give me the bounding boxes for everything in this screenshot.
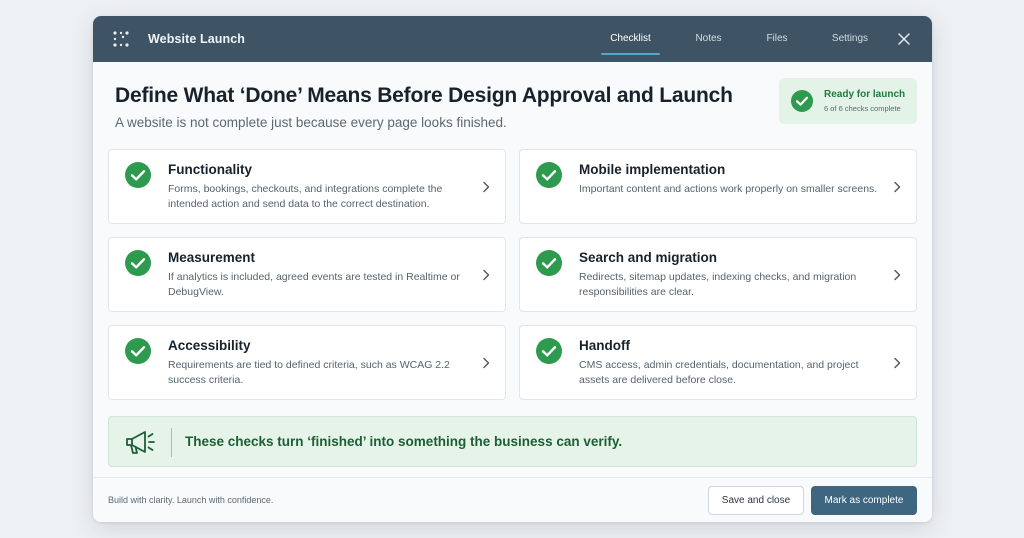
check-description: Redirects, sitemap updates, indexing che… <box>579 271 857 298</box>
check-title: Functionality <box>168 162 252 177</box>
footer-tagline: Build with clarity. Launch with confiden… <box>108 495 274 505</box>
status-detail: 6 of 6 checks complete <box>824 104 901 113</box>
chevron-right-icon <box>894 357 901 369</box>
status-title: Ready for launch <box>824 89 906 100</box>
check-card-handoff[interactable]: Handoff CMS access, admin credentials, d… <box>519 325 917 400</box>
check-title: Search and migration <box>579 250 718 265</box>
check-description: Forms, bookings, checkouts, and integrat… <box>168 183 443 210</box>
check-card-accessibility[interactable]: Accessibility Requirements are tied to d… <box>108 325 506 400</box>
check-card-search-and-migration[interactable]: Search and migration Redirects, sitemap … <box>519 237 917 312</box>
chevron-right-icon <box>483 269 490 281</box>
page-title: Define What ‘Done’ Means Before Design A… <box>115 84 733 107</box>
check-circle-icon <box>536 250 562 276</box>
tab-settings[interactable]: Settings <box>820 16 880 62</box>
check-title: Accessibility <box>168 338 251 353</box>
top-bar: Website Launch Checklist Notes Files Set… <box>93 16 932 62</box>
check-circle-icon <box>536 338 562 364</box>
chevron-right-icon <box>894 181 901 193</box>
tab-files[interactable]: Files <box>757 16 797 62</box>
dotted-grid-logo-icon <box>113 31 129 47</box>
tab-bar: Checklist Notes Files Settings <box>601 16 880 62</box>
check-description: CMS access, admin credentials, documenta… <box>579 359 859 386</box>
check-circle-icon <box>536 162 562 188</box>
check-circle-icon <box>125 338 151 364</box>
check-circle-icon <box>125 250 151 276</box>
check-card-measurement[interactable]: Measurement If analytics is included, ag… <box>108 237 506 312</box>
save-and-close-button[interactable]: Save and close <box>708 486 804 515</box>
check-circle-icon <box>791 90 813 112</box>
check-description: Requirements are tied to defined criteri… <box>168 359 450 386</box>
verification-banner: These checks turn ‘finished’ into someth… <box>108 416 917 467</box>
check-card-functionality[interactable]: Functionality Forms, bookings, checkouts… <box>108 149 506 224</box>
megaphone-icon <box>126 431 155 454</box>
check-title: Mobile implementation <box>579 162 726 177</box>
check-circle-icon <box>125 162 151 188</box>
banner-message: These checks turn ‘finished’ into someth… <box>185 434 623 449</box>
check-description: If analytics is included, agreed events … <box>168 271 460 298</box>
check-title: Measurement <box>168 250 256 265</box>
app-title: Website Launch <box>148 32 246 46</box>
check-card-mobile-implementation[interactable]: Mobile implementation Important content … <box>519 149 917 224</box>
mark-complete-button[interactable]: Mark as complete <box>811 486 917 515</box>
tab-checklist[interactable]: Checklist <box>601 16 660 62</box>
page-subtitle: A website is not complete just because e… <box>115 115 507 130</box>
close-icon[interactable] <box>896 31 912 47</box>
chevron-right-icon <box>483 357 490 369</box>
chevron-right-icon <box>483 181 490 193</box>
chevron-right-icon <box>894 269 901 281</box>
banner-divider <box>171 428 172 457</box>
launch-status-badge: Ready for launch 6 of 6 checks complete <box>779 78 917 124</box>
tab-notes[interactable]: Notes <box>679 16 738 62</box>
check-title: Handoff <box>579 338 630 353</box>
modal-footer: Build with clarity. Launch with confiden… <box>93 477 932 522</box>
check-description: Important content and actions work prope… <box>579 183 878 195</box>
launch-checklist-modal: Website Launch Checklist Notes Files Set… <box>93 16 932 522</box>
